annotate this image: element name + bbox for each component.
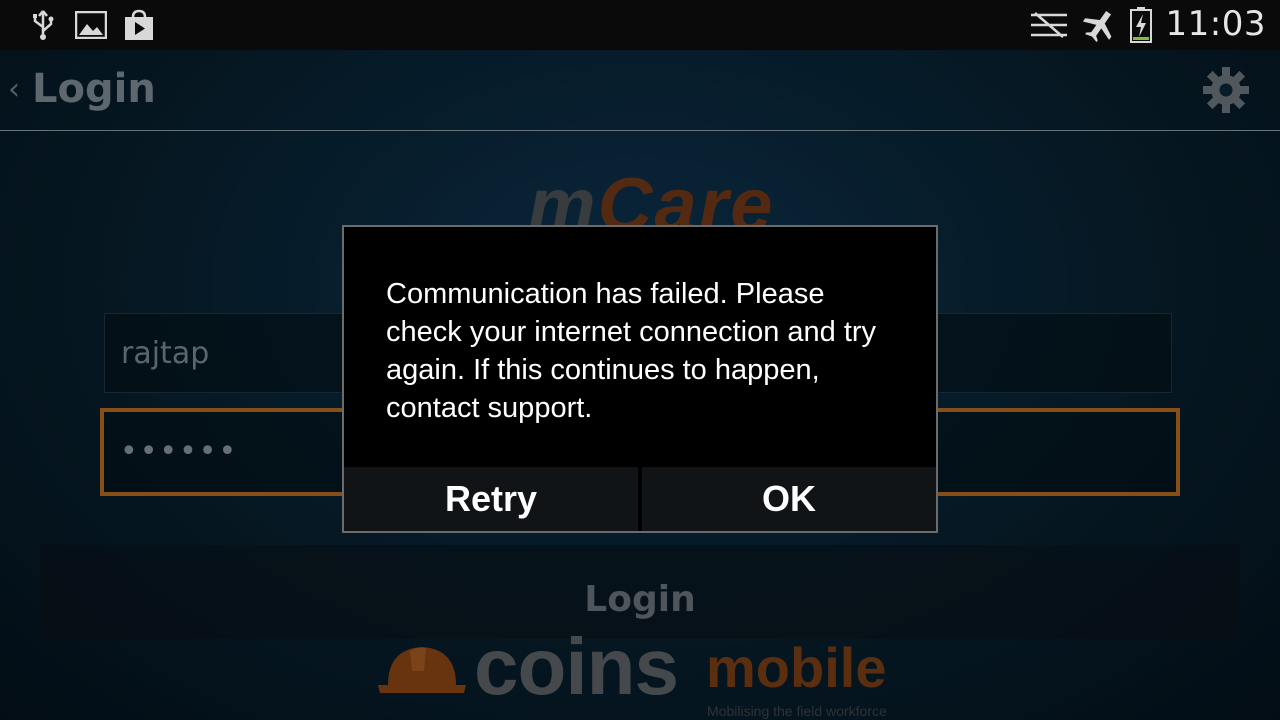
image-icon: [74, 9, 108, 41]
airplane-mode-icon: [1080, 9, 1120, 42]
usb-icon: [28, 9, 58, 41]
play-store-icon: [122, 9, 156, 41]
dialog-message: Communication has failed. Please check y…: [386, 278, 877, 424]
dialog-button-bar: Retry OK: [344, 467, 936, 531]
battery-charging-icon: [1128, 7, 1154, 43]
error-dialog: Communication has failed. Please check y…: [342, 225, 938, 533]
clock-time: 11:03: [1165, 4, 1266, 44]
status-bar: 11:03: [0, 0, 1280, 50]
no-sim-icon: [1028, 9, 1070, 41]
ok-button[interactable]: OK: [642, 467, 936, 531]
retry-button[interactable]: Retry: [344, 467, 638, 531]
